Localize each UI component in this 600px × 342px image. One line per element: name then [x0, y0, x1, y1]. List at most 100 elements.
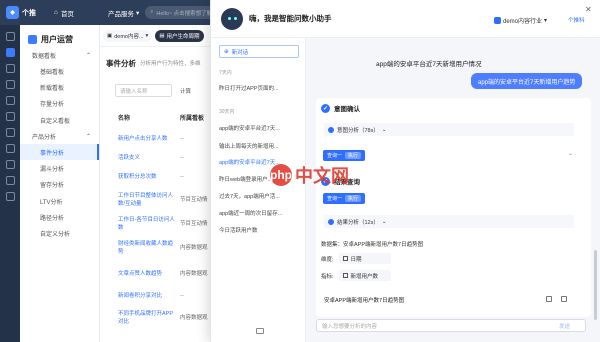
menu-icon[interactable]: [5, 32, 15, 41]
tab-user-lifecycle[interactable]: ▤ 用户生命周期: [155, 29, 204, 42]
watermark: php 中文网: [270, 162, 349, 188]
app-icon: ▣: [107, 32, 113, 39]
chevron-down-icon: ▾: [136, 9, 140, 17]
intent-analysis-toggle[interactable]: 意图分析（78s） ⌄: [324, 123, 574, 136]
status-dot-icon: [328, 126, 334, 133]
app-select-value: demo内容...: [114, 33, 144, 40]
nav-item-funnel-analysis[interactable]: 漏斗分析: [20, 160, 99, 176]
nav-home-label: 首页: [60, 10, 74, 18]
chart-type-icon[interactable]: [546, 296, 552, 302]
chat-title: app端的安卓平台近7天新增用户情况: [376, 61, 482, 68]
nav-item-ltv-analysis[interactable]: LTV分析: [20, 193, 99, 209]
nav-item-retention-analysis[interactable]: 留存分析: [20, 177, 99, 193]
message-icon[interactable]: [5, 96, 15, 105]
plus-circle-icon: ⊕: [224, 48, 229, 55]
tab-user-lifecycle-label: 用户生命周期: [166, 33, 200, 40]
step-intent-title: 意图确认: [334, 106, 360, 113]
send-button[interactable]: 发送: [559, 322, 570, 330]
logo[interactable]: ◆ 个推: [0, 6, 54, 19]
history-item[interactable]: 过去7天，app端用户活...: [219, 192, 301, 200]
nav-item-basic-board[interactable]: 基础看板: [20, 63, 99, 79]
status-dot-icon: [328, 218, 334, 225]
nav-item-custom-board[interactable]: 自定义看板: [20, 112, 99, 128]
metric-row: 指标: 新增用户数: [321, 270, 391, 281]
table-row-name[interactable]: 不同手机品牌打开APP对比: [118, 310, 176, 326]
history-group-label: 7天内: [219, 70, 232, 76]
history-item[interactable]: app端近一周的次日留存...: [219, 209, 301, 217]
download-icon[interactable]: [561, 296, 567, 302]
tag-icon[interactable]: [5, 112, 15, 121]
user-operation-icon: [28, 35, 37, 44]
table-row-name[interactable]: 活跃支义: [118, 154, 176, 162]
query-label: 查询一: [327, 153, 343, 159]
table-row-board: 内容数据观: [180, 271, 208, 277]
new-chat-button[interactable]: ⊕ 新对话: [219, 45, 299, 58]
home-icon: ⌂: [54, 9, 58, 16]
bell-icon[interactable]: [5, 160, 15, 169]
chart-icon[interactable]: [5, 64, 15, 73]
history-item[interactable]: app端的安卓平台近7天...: [219, 124, 301, 132]
nav-group-dashboard[interactable]: 数据看板 ⌃: [20, 47, 99, 63]
intent-analysis-label: 意图分析（78s）: [337, 127, 379, 134]
query-execute-button[interactable]: 查询一 执行: [323, 193, 366, 204]
nav-item-new-board[interactable]: 新载看板: [20, 79, 99, 95]
robot-icon: [221, 7, 243, 30]
users-icon[interactable]: [5, 48, 15, 57]
nav-home[interactable]: ⌂ 首页: [54, 8, 84, 18]
history-item[interactable]: 今日活跃用户数: [219, 226, 301, 234]
switch-link[interactable]: 个推科: [568, 16, 585, 24]
table-row-board: --: [180, 174, 184, 180]
tenant-select[interactable]: demo内容行业 ▾: [494, 16, 547, 25]
close-icon[interactable]: ✕: [585, 5, 592, 14]
database-icon[interactable]: [5, 144, 15, 153]
nav-group-product-analysis[interactable]: 产品分析 ⌃: [20, 128, 99, 144]
table-row-name[interactable]: 获取积分总次数: [118, 173, 176, 181]
metric-label: 指标:: [321, 273, 334, 280]
metric-value: 新增用户数: [350, 273, 379, 280]
nav-item-custom-analysis[interactable]: 自定义分析: [20, 226, 99, 242]
settings-icon[interactable]: [5, 192, 15, 201]
table-row-name[interactable]: 新用户点击分享人数: [118, 135, 176, 143]
chevron-down-icon[interactable]: ⌄: [568, 150, 573, 157]
nav-group-label: 产品分析: [32, 134, 57, 141]
chevron-down-icon: ⌄: [381, 218, 387, 225]
history-item[interactable]: 昨日打开过APP页面的...: [219, 84, 301, 92]
content-header: ▣ demo内容... ▾ ▤ 用户生命周期: [100, 25, 218, 47]
history-item[interactable]: 输出上周每天的新增用...: [219, 142, 301, 150]
calendar-icon: [342, 256, 348, 261]
document-icon[interactable]: [5, 176, 15, 185]
nav-group-label: 数据看板: [32, 53, 57, 60]
watermark-logo-icon: php: [270, 164, 292, 186]
table-row-name[interactable]: 工作日节目整体访问人数/互动量: [118, 192, 176, 208]
table-row-board: --: [180, 136, 184, 142]
logo-text: 个推: [22, 9, 36, 17]
table-row-name[interactable]: 工作日-各节目日访问人数: [118, 216, 176, 232]
dataset-label: 数据集：安卓APP端新增用户数7日趋势图: [321, 242, 424, 248]
section-title: 用户运营: [20, 25, 99, 47]
nav-item-event-analysis[interactable]: 事件分析: [20, 144, 99, 161]
nav-product-services[interactable]: 产品服务 ▾: [108, 8, 139, 18]
scrollbar[interactable]: [594, 250, 597, 320]
nav-item-path-analysis[interactable]: 路径分析: [20, 209, 99, 225]
collapse-panel-icon[interactable]: [256, 328, 264, 334]
result-analysis-toggle[interactable]: 结果分析（12s） ⌄: [324, 215, 574, 228]
table-row-name[interactable]: 新闻卷积分享对比: [118, 292, 176, 300]
app-select[interactable]: ▣ demo内容... ▾: [103, 29, 153, 42]
history-group-label: 30天内: [219, 109, 235, 115]
table-row-board: 节目互动情: [180, 221, 208, 227]
name-search-input[interactable]: 请输入名称: [115, 84, 172, 97]
execute-label: 执行: [345, 195, 362, 202]
nav-item-stock-analysis[interactable]: 存量分析: [20, 96, 99, 112]
table-row-name[interactable]: 文章点赞人数趋势: [118, 270, 176, 278]
user-message: app端的安卓平台近7天新增用户趋势: [471, 73, 583, 89]
column-header-board: 所属看板: [180, 116, 205, 122]
chat-input[interactable]: 输入您想要分析的内容: [316, 319, 586, 332]
grid-icon[interactable]: [5, 80, 15, 89]
table-row-name[interactable]: 财经类新闻收藏人数趋势: [118, 240, 176, 256]
result-analysis-label: 结果分析（12s）: [337, 219, 379, 226]
dimension-value: 日期: [350, 256, 362, 263]
assistant-panel: 嗨，我是智能问数小助手 demo内容行业 ▾ 个推科 ✕ ⊕ 新对话 7天内 昨…: [210, 0, 600, 342]
query-execute-button[interactable]: 查询一 执行: [323, 150, 366, 161]
table-row-board: 内容数据观: [180, 245, 208, 251]
target-icon[interactable]: [5, 128, 15, 137]
